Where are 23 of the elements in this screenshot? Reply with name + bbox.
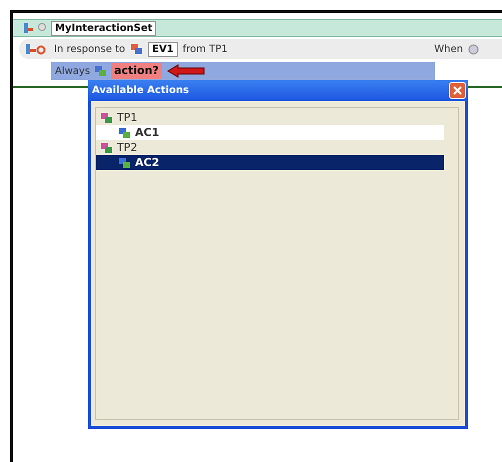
- tree-item[interactable]: TP2: [96, 140, 444, 155]
- when-label: When: [434, 44, 463, 54]
- action-icon: [118, 126, 131, 138]
- dialog-title: Available Actions: [92, 85, 189, 96]
- event-icon: [130, 43, 144, 55]
- tree-item[interactable]: AC2: [96, 155, 444, 170]
- dropdown-icon[interactable]: [468, 44, 479, 54]
- rule-source: from TP1: [182, 44, 228, 54]
- close-icon: [453, 86, 462, 95]
- close-button[interactable]: [449, 82, 466, 99]
- action-icon: [94, 65, 108, 77]
- tree-item[interactable]: AC1: [96, 125, 444, 140]
- always-label: Always: [55, 66, 90, 76]
- set-name[interactable]: MyInteractionSet: [51, 20, 156, 36]
- group-icon: [100, 112, 113, 124]
- action-icon: [118, 156, 131, 168]
- action-slot[interactable]: action?: [111, 63, 162, 79]
- tree-item[interactable]: TP1: [96, 110, 444, 125]
- arrow-icon: [166, 64, 206, 78]
- rule-prefix: In response to: [54, 44, 126, 54]
- set-icon: [23, 22, 47, 34]
- group-icon: [100, 142, 113, 154]
- event-name[interactable]: EV1: [148, 42, 178, 56]
